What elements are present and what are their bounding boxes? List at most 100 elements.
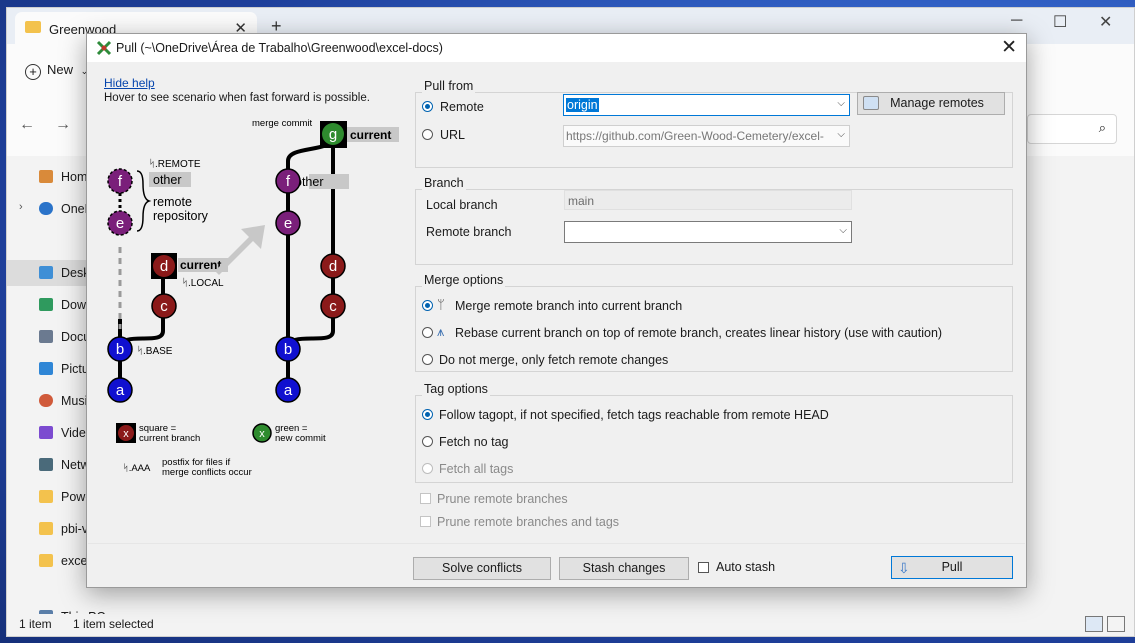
remote-branch-label: Remote branch [426, 225, 512, 239]
fetch-only-radio-label: Do not merge, only fetch remote changes [439, 353, 669, 367]
help-hover-text: Hover to see scenario when fast forward … [104, 92, 370, 104]
tiles-view-icon[interactable] [1107, 616, 1125, 632]
dialog-title-bar: Pull (~\OneDrive\Área de Trabalho\Greenw… [87, 34, 1026, 62]
local-tag: ᛋ.LOCAL [182, 277, 224, 289]
auto-stash-label: Auto stash [716, 560, 776, 574]
sidebar-label: pbi-v [61, 522, 89, 536]
forward-arrow-icon[interactable]: → [55, 116, 71, 134]
remote-branch-combo[interactable]: ⌵ [564, 221, 852, 243]
fetch-no-tag-radio[interactable] [422, 436, 433, 447]
current-tag: current [180, 258, 221, 272]
chevron-down-icon: ⌵ [837, 98, 845, 109]
details-view-icon[interactable] [1085, 616, 1103, 632]
music-icon [39, 394, 53, 407]
prune-branches-checkbox[interactable] [420, 493, 431, 504]
merge-icon: ᛘ [437, 297, 445, 312]
auto-stash-checkbox[interactable] [698, 562, 709, 573]
follow-tagopt-label: Follow tagopt, if not specified, fetch t… [439, 408, 829, 422]
video-icon [39, 426, 53, 439]
folder-icon [39, 522, 53, 535]
local-branch-field: main [564, 190, 852, 210]
search-icon: ⌕ [1098, 120, 1106, 135]
rebase-radio-label: Rebase current branch on top of remote b… [455, 326, 943, 340]
prune-branches-label: Prune remote branches [437, 492, 568, 506]
other-tag: other [153, 173, 182, 187]
maximize-button[interactable]: ☐ [1053, 12, 1067, 32]
network-icon [39, 458, 53, 471]
manage-remotes-button[interactable]: Manage remotes [857, 92, 1005, 115]
pull-button[interactable]: ⇩ Pull [891, 556, 1013, 579]
merge-options-title: Merge options [422, 273, 506, 287]
new-label: New [47, 62, 74, 77]
status-item-count: 1 item [19, 617, 52, 631]
remote-tag: ᛋ.REMOTE [149, 158, 201, 170]
rebase-radio[interactable] [422, 327, 433, 338]
remote-repo-label-2: repository [153, 209, 209, 223]
legend-merge-text: merge conflicts occur [162, 467, 252, 478]
url-radio[interactable] [422, 129, 433, 140]
document-icon [39, 330, 53, 343]
solve-conflicts-button[interactable]: Solve conflicts [413, 557, 551, 580]
node-r-d-label: d [329, 258, 337, 275]
node-r-e-label: e [284, 215, 292, 232]
search-box[interactable]: ⌕ [1027, 114, 1117, 144]
node-r-a-label: a [284, 382, 293, 399]
picture-icon [39, 362, 53, 375]
follow-tagopt-radio[interactable] [422, 409, 433, 420]
back-arrow-icon[interactable]: ← [19, 116, 35, 134]
chevron-right-icon[interactable]: › [19, 201, 23, 213]
node-g-label: g [329, 126, 337, 143]
home-icon [39, 170, 53, 183]
node-r-b-label: b [284, 341, 292, 358]
tortoisegit-icon [96, 40, 112, 56]
download-icon [39, 298, 53, 311]
new-button[interactable]: + New ⌄ [25, 62, 88, 80]
remote-repo-label: remote [153, 195, 192, 209]
legend-current-text: current branch [139, 433, 200, 444]
dialog-close-button[interactable]: ✕ [1001, 36, 1017, 59]
rebase-icon: ⩚ [437, 324, 445, 339]
merge-radio[interactable] [422, 300, 433, 311]
merge-scenario-diagram: f e d c b a ᛋ.REMOTE other remote reposi… [107, 118, 399, 478]
remotes-icon [863, 96, 879, 110]
branch-title: Branch [422, 176, 466, 190]
desktop-icon [39, 266, 53, 279]
node-r-c-label: c [329, 298, 337, 315]
close-window-button[interactable]: ✕ [1099, 12, 1112, 32]
legend-x: x [123, 428, 129, 440]
prune-branches-tags-checkbox[interactable] [420, 516, 431, 527]
status-selected: 1 item selected [73, 617, 154, 631]
base-tag: ᛋ.BASE [137, 345, 173, 357]
minimize-button[interactable]: ─ [1011, 12, 1022, 30]
node-e-label: e [116, 215, 124, 232]
tag-options-title: Tag options [422, 382, 490, 396]
remote-radio[interactable] [422, 101, 433, 112]
plus-circle-icon: + [25, 64, 41, 80]
remote-combo[interactable]: origin ⌵ [563, 94, 850, 116]
local-branch-label: Local branch [426, 198, 498, 212]
pull-dialog: Pull (~\OneDrive\Área de Trabalho\Greenw… [86, 33, 1027, 588]
node-a-label: a [116, 382, 125, 399]
chevron-down-icon: ⌵ [837, 129, 845, 140]
legend-new-text: new commit [275, 433, 326, 444]
hide-help-link[interactable]: Hide help [104, 76, 155, 90]
folder-icon [39, 490, 53, 503]
url-combo-value: https://github.com/Green-Wood-Cemetery/e… [566, 129, 824, 143]
fetch-only-radio[interactable] [422, 354, 433, 365]
prune-branches-tags-label: Prune remote branches and tags [437, 515, 620, 529]
stash-changes-button[interactable]: Stash changes [559, 557, 689, 580]
url-combo[interactable]: https://github.com/Green-Wood-Cemetery/e… [563, 125, 850, 147]
current-tag-2: current [350, 128, 391, 142]
fetch-all-tags-radio[interactable] [422, 463, 433, 474]
local-branch-value: main [568, 194, 595, 208]
chevron-down-icon: ⌵ [839, 225, 847, 236]
manage-remotes-label: Manage remotes [890, 96, 984, 110]
pull-from-title: Pull from [422, 79, 476, 93]
legend-x-2: x [259, 428, 265, 440]
legend-aaa: ᛋ.AAA [123, 462, 151, 474]
fetch-all-tags-label: Fetch all tags [439, 462, 514, 476]
url-radio-label: URL [440, 128, 466, 142]
node-c-label: c [160, 298, 168, 315]
dialog-title: Pull (~\OneDrive\Área de Trabalho\Greenw… [116, 41, 443, 55]
remote-radio-label: Remote [440, 100, 484, 114]
